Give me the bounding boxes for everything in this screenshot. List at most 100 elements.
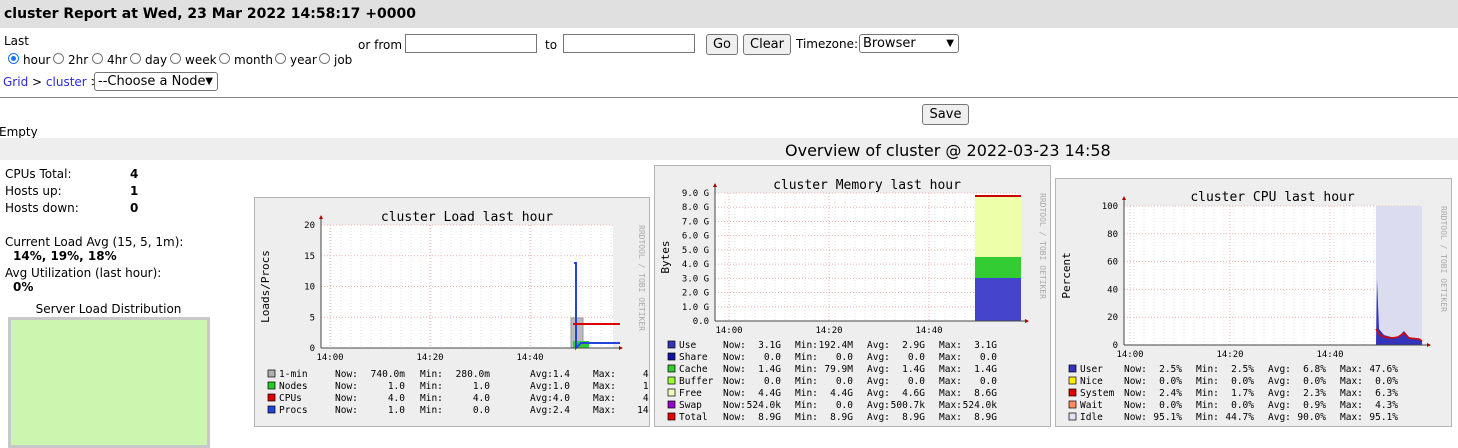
memory-legend-text: Free — [679, 388, 702, 399]
radio-label-2hr[interactable]: 2hr — [68, 53, 88, 67]
breadcrumb-grid-link[interactable]: Grid — [3, 75, 28, 89]
load-legend-text: Min: — [420, 369, 443, 380]
hosts-down-value: 0 — [130, 201, 139, 215]
cpu-graph[interactable]: 100 80 60 40 20 0 14:00 14:20 14:40 cluster CPU l… — [1055, 178, 1452, 427]
memory-ytick: 3.0 G — [682, 274, 709, 284]
from-date-input[interactable] — [405, 34, 537, 53]
cpu-legend-text: Now: — [1124, 412, 1147, 423]
radio-label-hour[interactable]: hour — [23, 53, 51, 67]
server-load-distribution-chart[interactable] — [8, 317, 210, 448]
load-graph[interactable]: 20 15 10 5 0 14:00 14:20 14:40 cluster Load last… — [254, 197, 650, 427]
radio-hour[interactable] — [8, 53, 19, 64]
memory-legend-text: Min: — [795, 352, 818, 363]
memory-legend-text: Min: — [795, 340, 818, 351]
timezone-value: Browser — [863, 36, 916, 51]
memory-ytick: 5.0 G — [682, 246, 709, 256]
save-button[interactable]: Save — [922, 104, 969, 125]
breadcrumb-cluster-link[interactable]: cluster — [46, 75, 87, 89]
radio-label-4hr[interactable]: 4hr — [107, 53, 127, 67]
radio-label-day[interactable]: day — [145, 53, 167, 67]
load-legend-text: Avg: — [530, 405, 553, 416]
cpu-ytick: 80 — [1107, 230, 1118, 240]
memory-legend-text: Cache — [679, 364, 708, 375]
memory-title: cluster Memory last hour — [773, 178, 961, 193]
load-legend-text: 4.0 — [388, 393, 405, 404]
memory-legend-text: Total — [679, 412, 708, 423]
load-legend-text: Nodes — [279, 381, 308, 392]
load-legend-text: Avg: — [530, 381, 553, 392]
cpu-watermark: RRDTOOL / TOBI OETIKER — [1439, 206, 1448, 312]
load-title: cluster Load last hour — [381, 210, 553, 225]
cpu-svg: 10080604020014:00 14:20 14:40cluster CPU l… — [1060, 190, 1448, 423]
memory-legend-text: Avg: — [867, 400, 890, 411]
cpu-legend-text: 0.0% — [1303, 376, 1326, 387]
cpu-legend-text: User — [1080, 364, 1103, 375]
memory-legend-text: Now: — [723, 376, 746, 387]
memory-legend-text: 192.4M — [819, 340, 854, 351]
radio-label-month[interactable]: month — [234, 53, 273, 67]
memory-legend-swatch — [667, 364, 676, 373]
load-legend-text: 14.0 — [637, 405, 650, 416]
cpu-legend-text: Min: — [1196, 412, 1219, 423]
cpu-legend-text: 44.7% — [1225, 412, 1254, 423]
load-legend-text: 0.0 — [473, 405, 490, 416]
memory-legend-text: 4.6G — [902, 388, 925, 399]
cpu-legend-text: 0.0% — [1375, 376, 1398, 387]
memory-legend-text: 524.0k — [963, 400, 998, 411]
divider — [0, 97, 1458, 98]
cpu-legend-text: Now: — [1124, 388, 1147, 399]
node-select[interactable]: --Choose a Node ▼ — [94, 72, 218, 91]
radio-label-year[interactable]: year — [290, 53, 317, 67]
radio-week[interactable] — [170, 53, 181, 64]
cpu-legend-text: Max: — [1340, 412, 1363, 423]
cpu-legend-text: Nice — [1080, 376, 1103, 387]
timezone-select[interactable]: Browser ▼ — [859, 34, 959, 53]
cpu-legend-text: Now: — [1124, 364, 1147, 375]
load-svg: 20 15 10 5 014:00 14:20 14:40 cluster Load last… — [259, 210, 650, 416]
load-legend-text: 1.0 — [388, 381, 405, 392]
go-button[interactable]: Go — [706, 34, 738, 55]
memory-legend-text: 0.0 — [908, 352, 925, 363]
load-legend-text: 1.0 — [553, 381, 570, 392]
cpu-legend-swatch — [1068, 388, 1077, 397]
memory-graph[interactable]: 9.0 G 8.0 G 7.0 G 6.0 G 5.0 G 4.0 G 3.0 G 2.0 G… — [654, 165, 1051, 427]
hosts-up-value: 1 — [130, 184, 139, 198]
memory-legend-text: Avg: — [867, 412, 890, 423]
memory-legend-text: Min: — [795, 388, 818, 399]
to-date-input[interactable] — [563, 34, 695, 53]
memory-legend-text: 3.1G — [758, 340, 781, 351]
cpu-ytick: 40 — [1107, 285, 1118, 295]
cpu-title: cluster CPU last hour — [1190, 190, 1355, 205]
memory-legend-text: 8.9G — [758, 412, 781, 423]
cpu-legend-text: Avg: — [1268, 412, 1291, 423]
load-legend-text: Procs — [279, 405, 308, 416]
radio-label-week[interactable]: week — [185, 53, 217, 67]
load-x-arrow — [619, 346, 623, 350]
radio-label-job[interactable]: job — [334, 53, 352, 67]
memory-legend-text: 0.0 — [764, 376, 781, 387]
memory-legend-text: 0.0 — [980, 352, 997, 363]
clear-button[interactable]: Clear — [743, 34, 791, 55]
memory-ytick: 1.0 G — [682, 303, 709, 313]
cpu-legend-text: 47.6% — [1369, 364, 1398, 375]
memory-xtick: 14:40 — [915, 326, 942, 336]
memory-ytick: 6.0 G — [682, 232, 709, 242]
load-legend-text: 280.0m — [456, 369, 491, 380]
load-legend-text: 4.0 — [643, 393, 650, 404]
radio-month[interactable] — [219, 53, 230, 64]
cpu-legend-text: System — [1080, 388, 1115, 399]
radio-2hr[interactable] — [53, 53, 64, 64]
radio-4hr[interactable] — [92, 53, 103, 64]
radio-job[interactable] — [319, 53, 330, 64]
hosts-down-label: Hosts down: — [5, 201, 79, 215]
memory-x-arrow — [1025, 319, 1029, 323]
load-ytick: 10 — [304, 283, 315, 293]
memory-legend-text: Min: — [795, 400, 818, 411]
load-xtick: 14:20 — [416, 353, 443, 363]
radio-day[interactable] — [130, 53, 141, 64]
util-value: 0% — [13, 280, 34, 294]
load-ytick: 5 — [310, 313, 315, 323]
load-legend-text: 1-min — [279, 369, 308, 380]
memory-legend-text: Min: — [795, 412, 818, 423]
radio-year[interactable] — [275, 53, 286, 64]
